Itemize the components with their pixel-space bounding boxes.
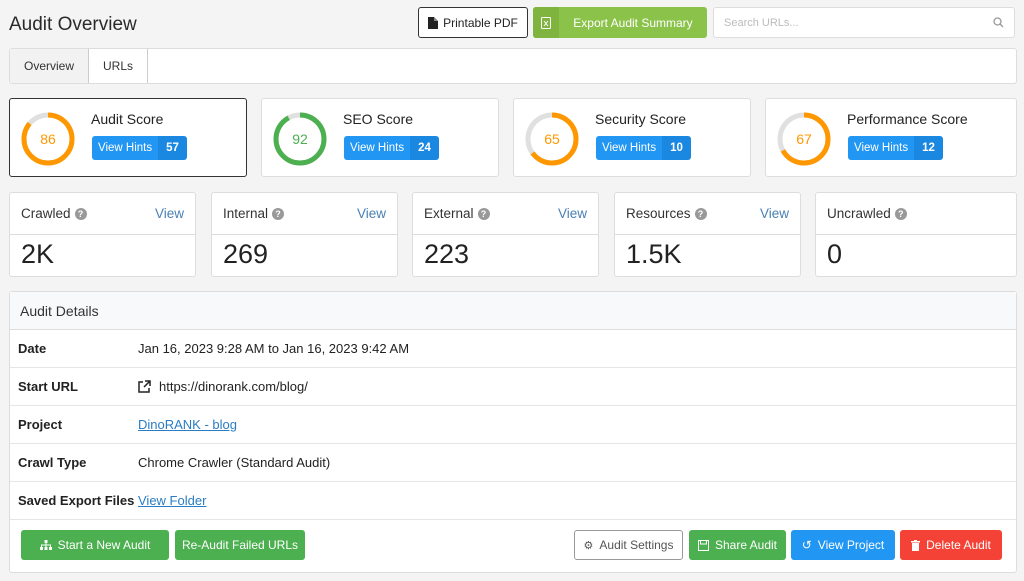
hints-count: 10 bbox=[662, 136, 691, 160]
view-hints-label: View Hints bbox=[344, 136, 411, 160]
detail-key: Project bbox=[18, 417, 63, 432]
resources-view-link[interactable]: View bbox=[760, 206, 789, 221]
internal-card: Internal? View 269 bbox=[211, 192, 398, 277]
resources-value: 1.5K bbox=[626, 239, 682, 269]
hints-count: 12 bbox=[914, 136, 943, 160]
tab-bar: Overview URLs bbox=[9, 48, 1017, 84]
tab-urls[interactable]: URLs bbox=[89, 49, 149, 83]
save-icon bbox=[697, 539, 709, 551]
audit-score-card[interactable]: 86 Audit Score View Hints 57 bbox=[9, 98, 247, 177]
delete-audit-label: Delete Audit bbox=[926, 538, 991, 552]
hints-count: 57 bbox=[158, 136, 187, 160]
crawled-label: Crawled bbox=[21, 206, 71, 221]
audit-view-hints-button[interactable]: View Hints 57 bbox=[92, 136, 187, 160]
external-view-link[interactable]: View bbox=[558, 206, 587, 221]
detail-key: Saved Export Files bbox=[18, 493, 135, 508]
tab-overview[interactable]: Overview bbox=[10, 49, 90, 83]
detail-row-start-url: Start URL https://dinorank.com/blog/ bbox=[10, 368, 1016, 406]
uncrawled-label: Uncrawled bbox=[827, 206, 891, 221]
help-icon[interactable]: ? bbox=[694, 207, 707, 220]
uncrawled-card: Uncrawled? 0 bbox=[815, 192, 1017, 277]
audit-score-value: 86 bbox=[40, 131, 56, 147]
printable-pdf-label: Printable PDF bbox=[443, 15, 518, 30]
detail-value: Chrome Crawler (Standard Audit) bbox=[138, 455, 331, 470]
crawled-value: 2K bbox=[21, 239, 55, 269]
seo-score-card[interactable]: 92 SEO Score View Hints 24 bbox=[261, 98, 499, 177]
external-value: 223 bbox=[424, 239, 470, 269]
security-score-card[interactable]: 65 Security Score View Hints 10 bbox=[513, 98, 751, 177]
export-audit-summary-label: Export Audit Summary bbox=[573, 15, 693, 30]
uncrawled-value: 0 bbox=[827, 239, 843, 269]
performance-score-card[interactable]: 67 Performance Score View Hints 12 bbox=[765, 98, 1017, 177]
reaudit-failed-urls-button[interactable]: Re-Audit Failed URLs bbox=[175, 530, 305, 560]
seo-score-value: 92 bbox=[292, 131, 308, 147]
view-hints-label: View Hints bbox=[92, 136, 159, 160]
external-link-icon[interactable] bbox=[138, 380, 151, 393]
detail-row-crawl-type: Crawl Type Chrome Crawler (Standard Audi… bbox=[10, 444, 1016, 482]
share-audit-button[interactable]: Share Audit bbox=[689, 530, 786, 560]
view-project-label: View Project bbox=[817, 538, 885, 552]
detail-value: Jan 16, 2023 9:28 AM to Jan 16, 2023 9:4… bbox=[138, 341, 410, 356]
internal-view-link[interactable]: View bbox=[357, 206, 386, 221]
view-project-button[interactable]: ↺ View Project bbox=[791, 530, 895, 560]
security-score-value: 65 bbox=[544, 131, 560, 147]
delete-audit-button[interactable]: Delete Audit bbox=[900, 530, 1002, 560]
external-card: External? View 223 bbox=[412, 192, 599, 277]
resources-label: Resources bbox=[626, 206, 691, 221]
project-link[interactable]: DinoRANK - blog bbox=[138, 417, 237, 432]
trash-icon bbox=[911, 539, 921, 551]
gears-icon: ⚙ bbox=[583, 539, 594, 552]
performance-score-title: Performance Score bbox=[847, 111, 968, 127]
audit-settings-label: Audit Settings bbox=[599, 538, 674, 552]
performance-view-hints-button[interactable]: View Hints 12 bbox=[848, 136, 943, 160]
seo-view-hints-button[interactable]: View Hints 24 bbox=[344, 136, 439, 160]
view-hints-label: View Hints bbox=[596, 136, 663, 160]
search-icon[interactable] bbox=[993, 17, 1004, 28]
detail-key: Start URL bbox=[18, 379, 78, 394]
search-input[interactable] bbox=[724, 16, 993, 29]
resources-card: Resources? View 1.5K bbox=[614, 192, 801, 277]
start-new-audit-button[interactable]: Start a New Audit bbox=[21, 530, 169, 560]
audit-settings-button[interactable]: ⚙ Audit Settings bbox=[574, 530, 683, 560]
export-audit-summary-button[interactable]: Export Audit Summary bbox=[533, 7, 707, 38]
start-url-value: https://dinorank.com/blog/ bbox=[159, 379, 308, 394]
detail-row-project: Project DinoRANK - blog bbox=[10, 406, 1016, 444]
detail-key: Crawl Type bbox=[18, 455, 87, 470]
help-icon[interactable]: ? bbox=[894, 207, 907, 220]
detail-row-saved-exports: Saved Export Files View Folder bbox=[10, 482, 1016, 520]
excel-file-icon bbox=[541, 16, 551, 29]
security-view-hints-button[interactable]: View Hints 10 bbox=[596, 136, 691, 160]
search-box bbox=[713, 7, 1015, 38]
crawled-view-link[interactable]: View bbox=[155, 206, 184, 221]
seo-score-title: SEO Score bbox=[343, 111, 414, 127]
internal-label: Internal bbox=[223, 206, 269, 221]
internal-value: 269 bbox=[223, 239, 269, 269]
history-icon: ↺ bbox=[801, 538, 812, 552]
help-icon[interactable]: ? bbox=[477, 207, 490, 220]
sitemap-icon bbox=[39, 539, 52, 550]
hints-count: 24 bbox=[410, 136, 439, 160]
page-title: Audit Overview bbox=[9, 14, 137, 35]
share-audit-label: Share Audit bbox=[714, 538, 778, 552]
detail-row-date: Date Jan 16, 2023 9:28 AM to Jan 16, 202… bbox=[10, 330, 1016, 368]
security-score-title: Security Score bbox=[595, 111, 687, 127]
help-icon[interactable]: ? bbox=[74, 207, 87, 220]
view-hints-label: View Hints bbox=[848, 136, 915, 160]
performance-score-value: 67 bbox=[796, 131, 812, 147]
start-new-audit-label: Start a New Audit bbox=[57, 538, 151, 552]
file-icon bbox=[428, 16, 439, 29]
audit-score-title: Audit Score bbox=[91, 111, 164, 127]
external-label: External bbox=[424, 206, 474, 221]
view-folder-link[interactable]: View Folder bbox=[138, 493, 206, 508]
printable-pdf-button[interactable]: Printable PDF bbox=[418, 7, 528, 38]
audit-details-title: Audit Details bbox=[10, 292, 1016, 330]
crawled-card: Crawled? View 2K bbox=[9, 192, 196, 277]
detail-key: Date bbox=[18, 341, 47, 356]
help-icon[interactable]: ? bbox=[272, 207, 285, 220]
